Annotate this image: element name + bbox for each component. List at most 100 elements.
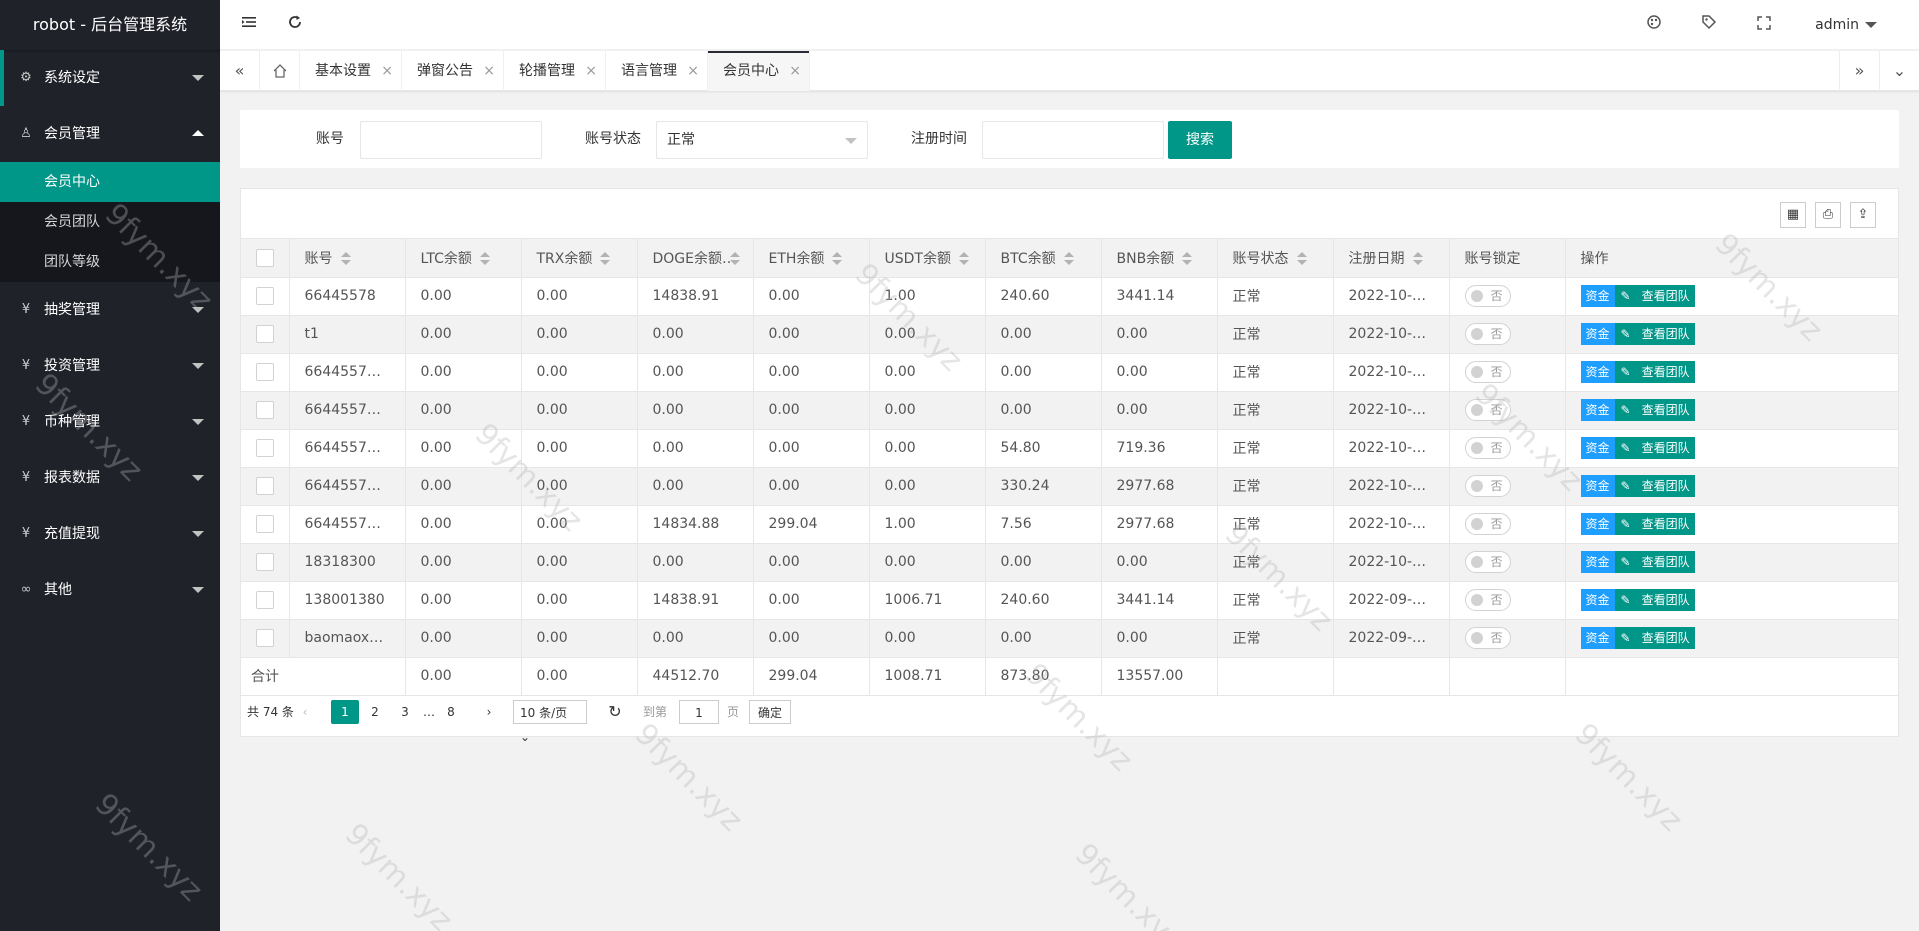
tab-2[interactable]: 轮播管理 × bbox=[504, 51, 606, 91]
edit-icon[interactable]: ✎ bbox=[1614, 513, 1637, 535]
lock-toggle[interactable]: 否 bbox=[1464, 323, 1511, 345]
view-team-button[interactable]: 查看团队 bbox=[1636, 361, 1695, 383]
refresh-icon[interactable]: ↻ bbox=[601, 700, 629, 724]
sidebar-item-2[interactable]: ¥ 抽奖管理 bbox=[0, 282, 220, 338]
columns-filter-icon[interactable]: ▦ bbox=[1780, 202, 1806, 228]
row-checkbox[interactable] bbox=[255, 591, 274, 609]
lock-toggle[interactable]: 否 bbox=[1464, 399, 1511, 421]
sidebar-item-5[interactable]: ¥ 报表数据 bbox=[0, 450, 220, 506]
status-select[interactable]: 正常 bbox=[656, 121, 868, 159]
view-team-button[interactable]: 查看团队 bbox=[1636, 513, 1695, 535]
select-all-checkbox[interactable] bbox=[255, 248, 274, 267]
close-icon[interactable]: × bbox=[585, 51, 597, 91]
goto-confirm-button[interactable]: 确定 bbox=[749, 700, 792, 724]
print-icon[interactable]: ⎙ bbox=[1815, 202, 1841, 228]
view-team-button[interactable]: 查看团队 bbox=[1636, 285, 1695, 307]
sidebar-item-1[interactable]: ♙ 会员管理 bbox=[0, 106, 220, 162]
lock-toggle[interactable]: 否 bbox=[1464, 285, 1511, 307]
column-header[interactable]: BTC余额 bbox=[985, 239, 1102, 278]
lock-toggle[interactable]: 否 bbox=[1464, 513, 1511, 535]
row-checkbox[interactable] bbox=[255, 287, 274, 305]
page-number[interactable]: 1 bbox=[331, 700, 359, 724]
tab-1[interactable]: 弹窗公告 × bbox=[402, 51, 504, 91]
edit-icon[interactable]: ✎ bbox=[1614, 627, 1637, 649]
close-icon[interactable]: × bbox=[483, 51, 495, 91]
fund-button[interactable]: 资金 bbox=[1580, 361, 1615, 383]
lock-toggle[interactable]: 否 bbox=[1464, 437, 1511, 459]
close-icon[interactable]: × bbox=[687, 51, 699, 91]
sort-icon[interactable] bbox=[958, 251, 969, 266]
column-header[interactable]: 账号 bbox=[289, 239, 406, 278]
close-icon[interactable]: × bbox=[381, 51, 393, 91]
edit-icon[interactable]: ✎ bbox=[1614, 437, 1637, 459]
view-team-button[interactable]: 查看团队 bbox=[1636, 323, 1695, 345]
refresh-icon[interactable] bbox=[280, 0, 310, 50]
view-team-button[interactable]: 查看团队 bbox=[1636, 551, 1695, 573]
edit-icon[interactable]: ✎ bbox=[1614, 589, 1637, 611]
sidebar-subitem-0[interactable]: 会员中心 bbox=[0, 162, 220, 202]
row-checkbox[interactable] bbox=[255, 401, 274, 419]
view-team-button[interactable]: 查看团队 bbox=[1636, 589, 1695, 611]
sidebar-subitem-1[interactable]: 会员团队 bbox=[0, 202, 220, 242]
edit-icon[interactable]: ✎ bbox=[1614, 399, 1637, 421]
tab-home[interactable] bbox=[260, 51, 300, 91]
page-number[interactable]: 8 bbox=[437, 700, 465, 724]
view-team-button[interactable]: 查看团队 bbox=[1636, 627, 1695, 649]
tab-3[interactable]: 语言管理 × bbox=[606, 51, 708, 91]
fund-button[interactable]: 资金 bbox=[1580, 627, 1615, 649]
row-checkbox[interactable] bbox=[255, 515, 274, 533]
view-team-button[interactable]: 查看团队 bbox=[1636, 437, 1695, 459]
page-number[interactable]: 2 bbox=[361, 700, 389, 724]
column-header[interactable]: BNB余额 bbox=[1101, 239, 1218, 278]
search-button[interactable]: 搜索 bbox=[1168, 121, 1232, 159]
edit-icon[interactable]: ✎ bbox=[1614, 475, 1637, 497]
lock-toggle[interactable]: 否 bbox=[1464, 361, 1511, 383]
column-header[interactable]: USDT余额 bbox=[869, 239, 986, 278]
fund-button[interactable]: 资金 bbox=[1580, 285, 1615, 307]
sidebar-item-0[interactable]: ⚙ 系统设定 bbox=[0, 50, 220, 106]
prev-page-chevron-left-icon[interactable]: ‹ bbox=[291, 700, 319, 724]
column-header[interactable]: ETH余额 bbox=[753, 239, 870, 278]
fund-button[interactable]: 资金 bbox=[1580, 551, 1615, 573]
regtime-input[interactable] bbox=[982, 121, 1164, 159]
close-icon[interactable]: × bbox=[789, 51, 801, 91]
fund-button[interactable]: 资金 bbox=[1580, 399, 1615, 421]
column-header[interactable]: TRX余额 bbox=[521, 239, 638, 278]
sidebar-item-6[interactable]: ¥ 充值提现 bbox=[0, 506, 220, 562]
fullscreen-icon[interactable] bbox=[1749, 0, 1779, 50]
column-header[interactable]: 账号状态 bbox=[1217, 239, 1334, 278]
view-team-button[interactable]: 查看团队 bbox=[1636, 475, 1695, 497]
row-checkbox[interactable] bbox=[255, 553, 274, 571]
sort-icon[interactable] bbox=[832, 251, 843, 266]
lock-toggle[interactable]: 否 bbox=[1464, 475, 1511, 497]
page-size-select[interactable]: 10 条/页 ⌄ bbox=[513, 700, 587, 744]
edit-icon[interactable]: ✎ bbox=[1614, 285, 1637, 307]
row-checkbox[interactable] bbox=[255, 629, 274, 647]
tabs-menu-chevron-down-icon[interactable]: ⌄ bbox=[1879, 51, 1919, 91]
edit-icon[interactable]: ✎ bbox=[1614, 323, 1637, 345]
sort-icon[interactable] bbox=[1182, 251, 1193, 266]
theme-icon[interactable] bbox=[1639, 0, 1669, 50]
goto-page-input[interactable]: 1 bbox=[679, 700, 719, 724]
sort-icon[interactable] bbox=[1412, 251, 1423, 266]
sidebar-item-7[interactable]: ∞ 其他 bbox=[0, 562, 220, 618]
tab-4[interactable]: 会员中心 × bbox=[708, 51, 810, 91]
tabs-scroll-left-icon[interactable]: « bbox=[220, 51, 260, 91]
sort-icon[interactable] bbox=[600, 251, 611, 266]
account-input[interactable] bbox=[360, 121, 542, 159]
column-header[interactable]: 注册日期 bbox=[1333, 239, 1450, 278]
sidebar-subitem-2[interactable]: 团队等级 bbox=[0, 242, 220, 282]
sort-icon[interactable] bbox=[1296, 251, 1307, 266]
fund-button[interactable]: 资金 bbox=[1580, 437, 1615, 459]
sort-icon[interactable] bbox=[1063, 251, 1074, 266]
fund-button[interactable]: 资金 bbox=[1580, 513, 1615, 535]
row-checkbox[interactable] bbox=[255, 477, 274, 495]
fund-button[interactable]: 资金 bbox=[1580, 323, 1615, 345]
page-number[interactable]: 3 bbox=[391, 700, 419, 724]
sort-icon[interactable] bbox=[340, 251, 351, 266]
sort-icon[interactable] bbox=[479, 251, 490, 266]
row-checkbox[interactable] bbox=[255, 325, 274, 343]
next-page-chevron-right-icon[interactable]: › bbox=[475, 700, 503, 724]
fund-button[interactable]: 资金 bbox=[1580, 589, 1615, 611]
edit-icon[interactable]: ✎ bbox=[1614, 361, 1637, 383]
